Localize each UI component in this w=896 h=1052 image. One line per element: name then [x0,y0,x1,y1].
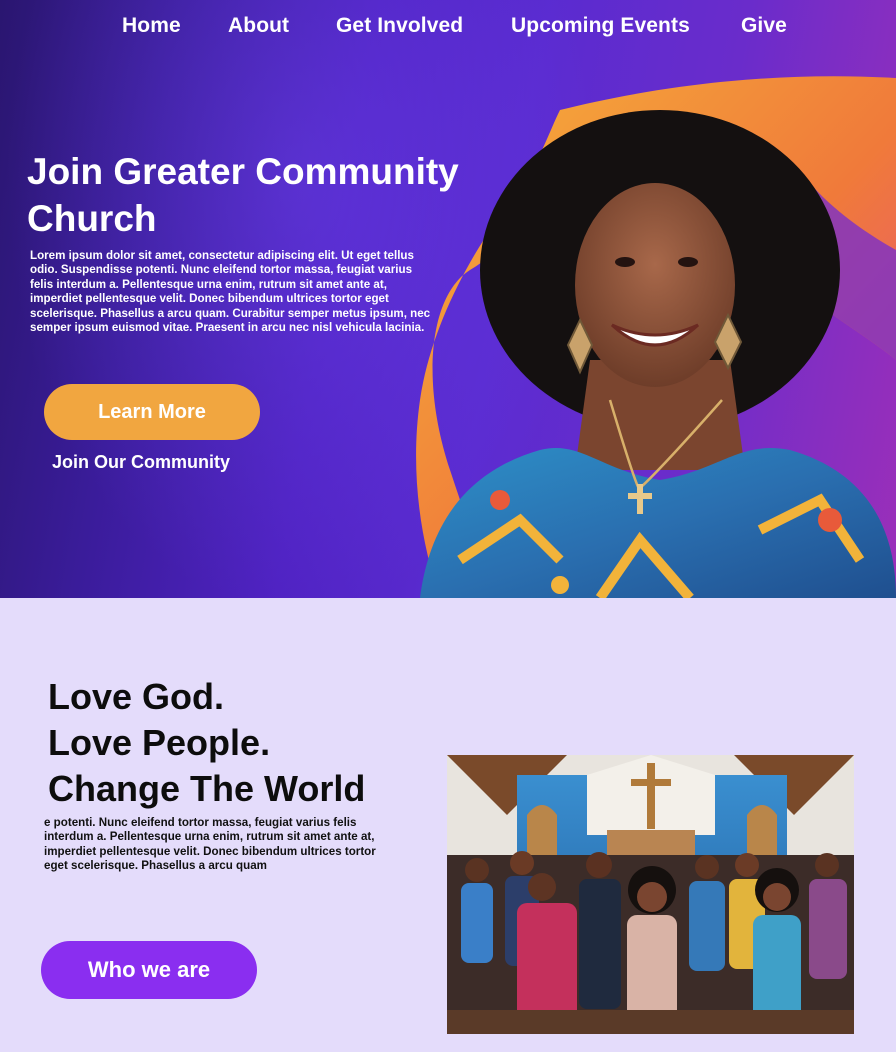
mission-title-line-2: Love People. [48,722,271,763]
mission-title-line-1: Love God. [48,676,225,717]
dress-dot [818,508,842,532]
congregation-people [461,851,847,1034]
nav-give-link[interactable]: Give [741,14,787,38]
hero-section: Home About Get Involved Upcoming Events … [0,0,896,598]
join-community-link[interactable]: Join Our Community [52,452,230,473]
congregation-illustration [447,755,854,1034]
main-nav: Home About Get Involved Upcoming Events … [0,14,896,44]
mission-title: Love God. Love People. Change The World [48,674,428,812]
mission-section: Love God. Love People. Change The World … [0,598,896,1052]
portrait-eye [678,257,698,267]
mission-description: e potenti. Nunc eleifend tortor massa, f… [44,816,376,873]
mission-title-line-3: Change The World [48,768,366,809]
crucifix-horizontal [631,779,671,786]
portrait-face [575,183,735,387]
congregation-photo [447,755,854,1034]
hero-title: Join Greater Community Church [27,148,507,242]
dress-dot [490,490,510,510]
crucifix-vertical [647,763,655,829]
nav-upcoming-events-link[interactable]: Upcoming Events [511,14,690,38]
nav-get-involved-link[interactable]: Get Involved [336,14,463,38]
hero-title-line-1: Join Greater Community [27,151,459,192]
learn-more-button[interactable]: Learn More [44,384,260,440]
portrait-eye [615,257,635,267]
dress-dot [551,576,569,594]
front-pews [447,1010,854,1034]
cross-pendant [628,493,652,499]
who-we-are-button[interactable]: Who we are [41,941,257,999]
nav-home-link[interactable]: Home [122,14,181,38]
nav-about-link[interactable]: About [228,14,289,38]
hero-description: Lorem ipsum dolor sit amet, consectetur … [30,249,431,335]
hero-title-line-2: Church [27,198,157,239]
